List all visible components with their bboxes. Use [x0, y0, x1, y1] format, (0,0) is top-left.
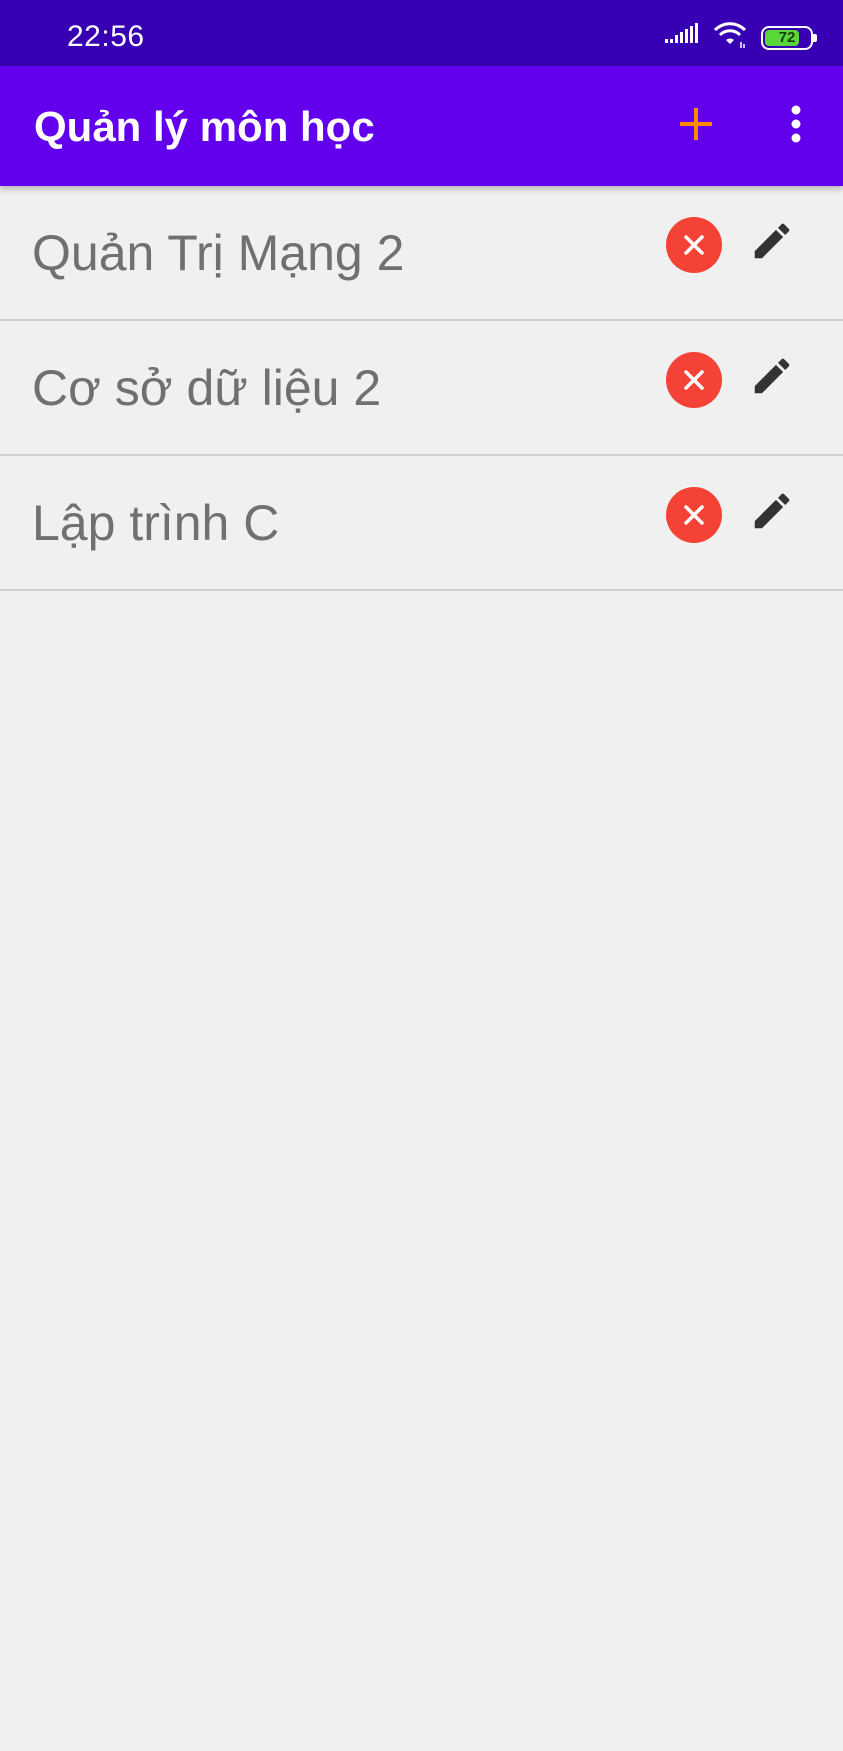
more-options-button[interactable] — [776, 96, 816, 152]
add-icon — [680, 108, 712, 140]
edit-button[interactable] — [746, 485, 798, 537]
subject-name: Lập trình C — [32, 495, 280, 551]
close-icon — [684, 505, 704, 525]
subject-list: Quản Trị Mạng 2 Cơ sở dữ liệu 2 Lập trìn… — [0, 186, 843, 591]
list-item[interactable]: Quản Trị Mạng 2 — [0, 186, 843, 321]
subject-name: Quản Trị Mạng 2 — [32, 225, 405, 281]
delete-button[interactable] — [666, 487, 722, 543]
status-icons: 72 — [665, 22, 817, 53]
delete-button[interactable] — [666, 352, 722, 408]
list-item[interactable]: Lập trình C — [0, 456, 843, 591]
wifi-icon — [713, 22, 747, 53]
pencil-icon — [754, 223, 790, 259]
add-button[interactable] — [668, 96, 724, 152]
subject-name: Cơ sở dữ liệu 2 — [32, 360, 382, 416]
list-item[interactable]: Cơ sở dữ liệu 2 — [0, 321, 843, 456]
signal-icon — [665, 23, 699, 52]
close-icon — [684, 370, 704, 390]
status-time: 22:56 — [67, 20, 145, 53]
edit-button[interactable] — [746, 215, 798, 267]
battery-icon: 72 — [761, 25, 817, 50]
more-vert-icon — [791, 105, 801, 143]
status-bar: 22:56 72 — [0, 0, 843, 66]
edit-button[interactable] — [746, 350, 798, 402]
delete-button[interactable] — [666, 217, 722, 273]
app-bar: Quản lý môn học — [0, 66, 843, 186]
page-title: Quản lý môn học — [34, 103, 375, 150]
battery-level: 72 — [778, 28, 796, 46]
close-icon — [684, 235, 704, 255]
pencil-icon — [754, 493, 790, 529]
pencil-icon — [754, 358, 790, 394]
